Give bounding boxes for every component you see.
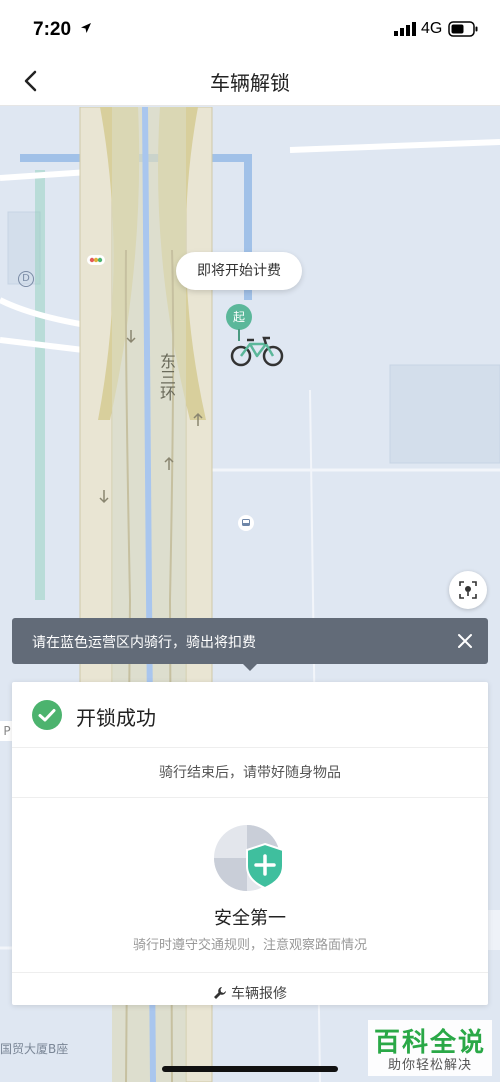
signal-icon [394, 22, 416, 36]
home-indicator[interactable] [162, 1066, 338, 1072]
banner-text: 请在蓝色运营区内骑行，骑出将扣费 [32, 635, 256, 651]
billing-bubble: 即将开始计费 [176, 252, 302, 290]
page-title: 车辆解锁 [210, 71, 290, 95]
check-circle-icon [32, 700, 62, 730]
location-arrow-icon [81, 23, 91, 33]
locate-icon [459, 581, 477, 599]
card-footer: 车辆报修 [12, 972, 488, 1005]
card-header: 开锁成功 [12, 682, 488, 748]
bus-stop-icon [238, 515, 254, 531]
close-icon[interactable] [454, 630, 476, 652]
watermark: 百科全说 助你轻松解决 [368, 1020, 492, 1076]
unlock-success-title: 开锁成功 [76, 706, 156, 730]
status-time: 7:20 [33, 19, 72, 40]
safety-description: 骑行时遵守交通规则，注意观察路面情况 [132, 938, 367, 953]
bike-icon [230, 336, 284, 367]
network-type: 4G [421, 20, 443, 37]
status-bar: 7:20 4G [0, 0, 500, 56]
nav-bar: 车辆解锁 [0, 56, 500, 106]
wrench-icon [214, 987, 226, 999]
belongings-reminder: 骑行结束后，请带好随身物品 [12, 748, 488, 798]
report-repair-button[interactable]: 车辆报修 [12, 973, 488, 1006]
safety-title: 安全第一 [214, 908, 286, 929]
start-marker: 起 [226, 304, 252, 330]
banner-pointer [243, 664, 257, 671]
zone-warning-banner: 请在蓝色运营区内骑行，骑出将扣费 [12, 618, 488, 664]
locate-button[interactable] [449, 571, 487, 609]
battery-icon [448, 21, 478, 37]
unlock-result-card: 开锁成功 骑行结束后，请带好随身物品 安全第一 骑行时遵守交通规则，注意观察路面… [12, 682, 488, 1005]
safety-shield-icon [214, 825, 284, 891]
place-label: 国贸大厦B座 [0, 1042, 69, 1056]
watermark-subtitle: 助你轻松解决 [387, 1058, 472, 1073]
report-repair-label: 车辆报修 [231, 986, 287, 1002]
